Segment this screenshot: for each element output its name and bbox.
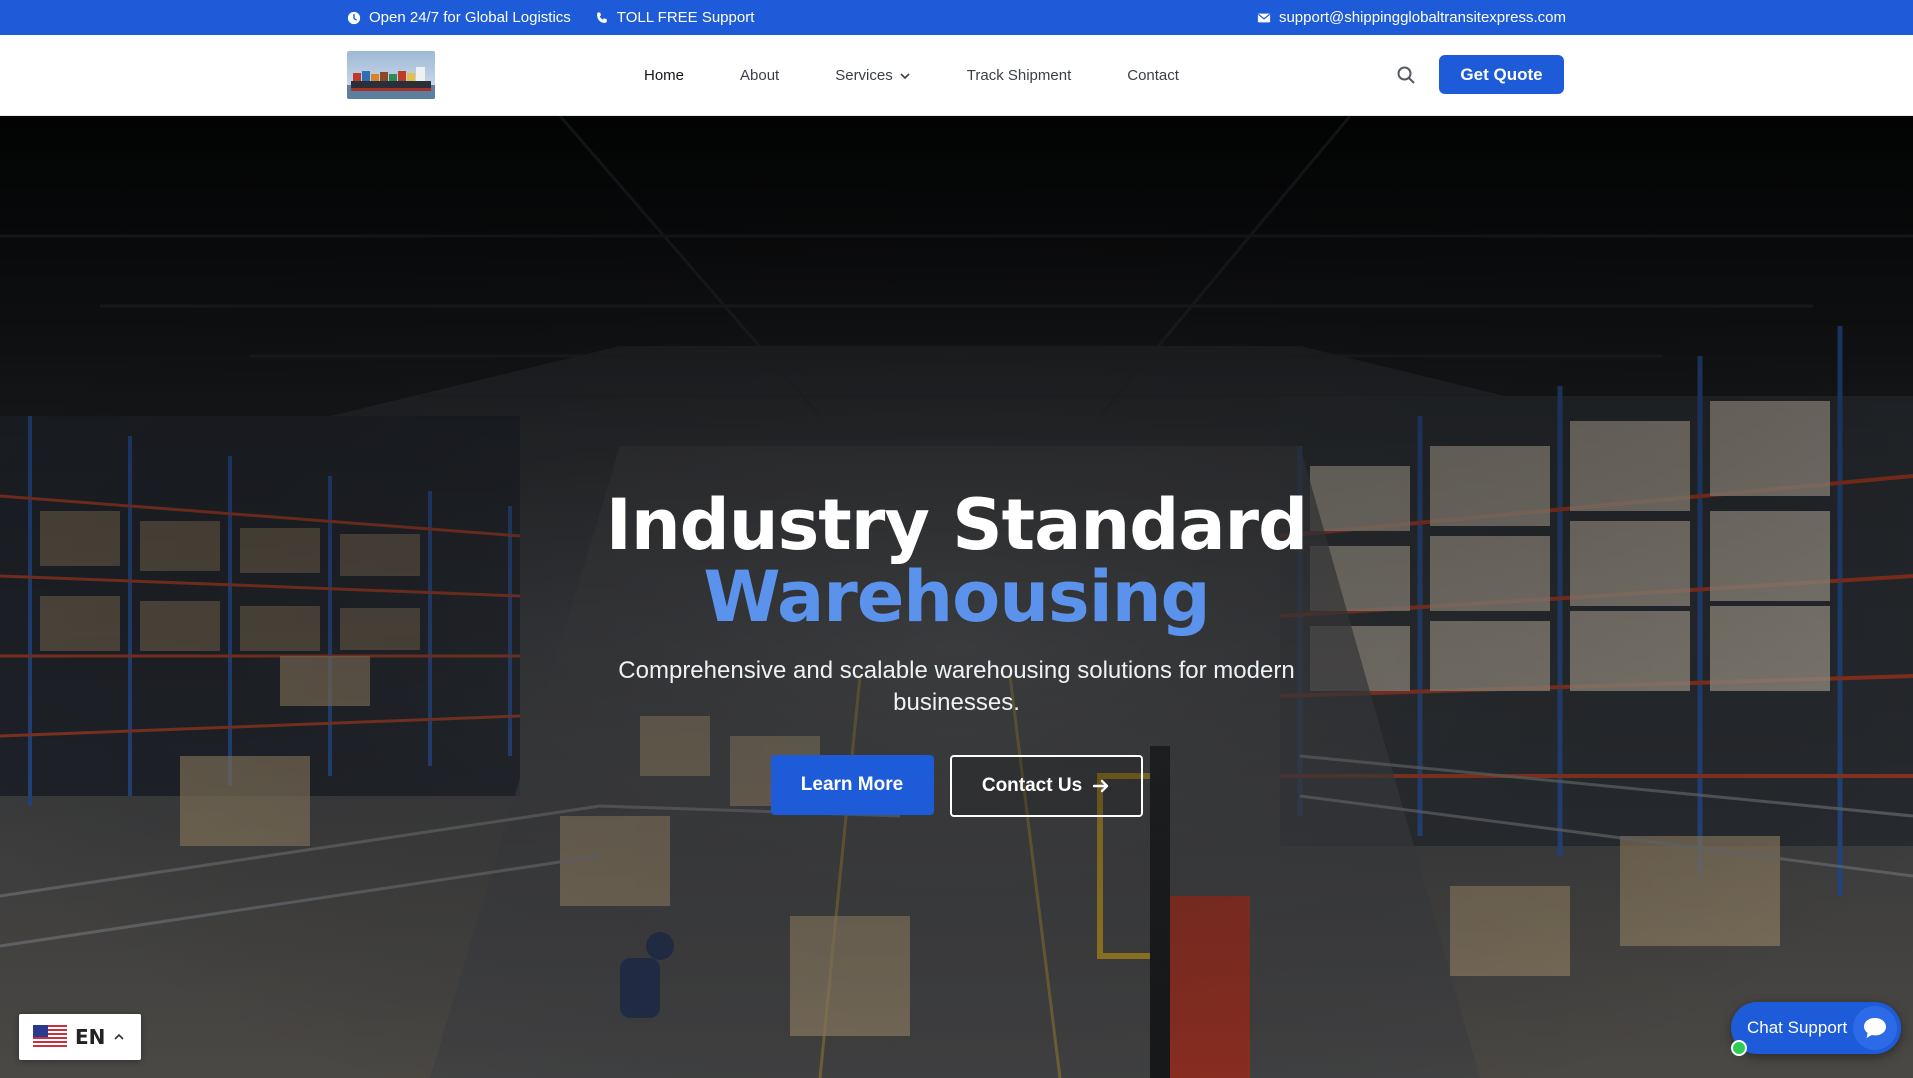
site-logo[interactable] <box>347 51 435 99</box>
chat-button[interactable] <box>1853 1006 1897 1050</box>
chevron-up-icon <box>114 1033 124 1040</box>
chevron-down-icon <box>900 72 910 79</box>
hero-cta-group: Learn More Contact Us <box>0 755 1913 817</box>
search-icon <box>1397 66 1415 84</box>
main-nav: Home About Services Track Shipment Conta… <box>644 35 1179 116</box>
phone-info[interactable]: TOLL FREE Support <box>595 9 755 26</box>
online-status-dot <box>1731 1040 1747 1056</box>
learn-more-button[interactable]: Learn More <box>770 755 934 815</box>
search-button[interactable] <box>1394 63 1418 87</box>
hours-text: Open 24/7 for Global Logistics <box>369 9 571 26</box>
language-selector[interactable]: EN <box>19 1014 141 1060</box>
phone-icon <box>596 11 607 23</box>
get-quote-button[interactable]: Get Quote <box>1439 55 1564 94</box>
contact-us-label: Contact Us <box>981 775 1083 796</box>
clock-icon <box>347 11 361 24</box>
nav-services-label: Services <box>835 67 893 84</box>
phone-text: TOLL FREE Support <box>616 9 755 26</box>
hero-subtitle: Comprehensive and scalable warehousing s… <box>618 657 1295 716</box>
hours-info: Open 24/7 for Global Logistics <box>347 9 571 26</box>
hero-title-line2: Warehousing <box>703 556 1210 638</box>
arrow-right-icon <box>1092 779 1109 793</box>
top-info-bar: Open 24/7 for Global Logistics TOLL FREE… <box>0 0 1913 35</box>
nav-contact[interactable]: Contact <box>1127 67 1179 84</box>
email-text: support@shippingglobaltransitexpress.com <box>1278 9 1566 26</box>
chat-bubble-icon <box>1864 1018 1886 1038</box>
chat-support-label: Chat Support <box>1747 1018 1848 1037</box>
email-link[interactable]: support@shippingglobaltransitexpress.com <box>1257 9 1566 26</box>
hero-section: Industry Standard Warehousing Comprehens… <box>0 116 1913 1078</box>
chat-support-widget[interactable]: Chat Support <box>1731 1002 1901 1054</box>
nav-services[interactable]: Services <box>835 67 911 84</box>
nav-home[interactable]: Home <box>644 67 684 84</box>
nav-track-shipment[interactable]: Track Shipment <box>967 67 1071 84</box>
contact-us-button[interactable]: Contact Us <box>949 755 1143 817</box>
us-flag-icon <box>33 1025 67 1049</box>
mail-icon <box>1257 13 1271 22</box>
language-code: EN <box>75 1025 106 1049</box>
hero-content: Industry Standard Warehousing Comprehens… <box>0 489 1913 817</box>
nav-about[interactable]: About <box>740 67 779 84</box>
hero-title-line1: Industry Standard <box>605 484 1308 566</box>
site-header: Home About Services Track Shipment Conta… <box>0 35 1913 116</box>
